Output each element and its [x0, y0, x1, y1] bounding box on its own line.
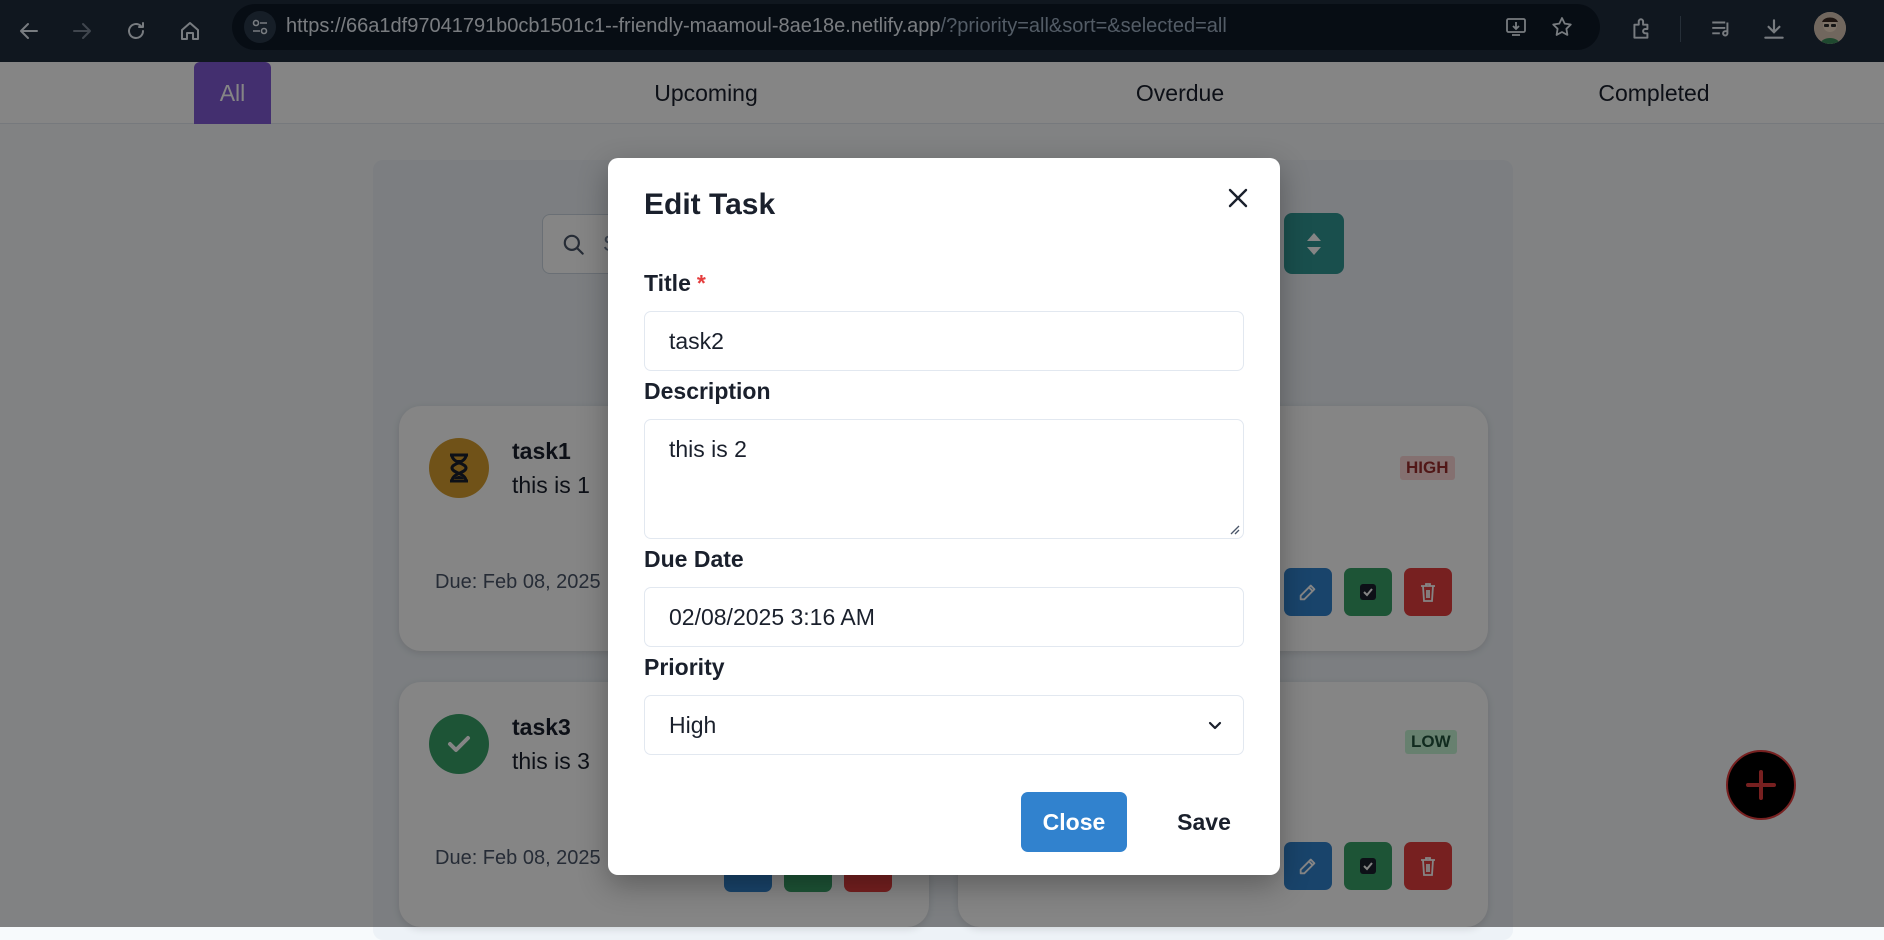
close-icon[interactable]: [1218, 178, 1258, 218]
due-date-value: 02/08/2025 3:16 AM: [669, 603, 875, 630]
title-label-text: Title: [644, 270, 691, 296]
priority-select[interactable]: High: [644, 695, 1244, 755]
title-input[interactable]: task2: [644, 311, 1244, 371]
close-button[interactable]: Close: [1021, 792, 1127, 852]
title-label: Title *: [644, 270, 706, 297]
priority-value: High: [669, 711, 717, 738]
due-date-input[interactable]: 02/08/2025 3:16 AM: [644, 587, 1244, 647]
title-input-value: task2: [669, 327, 724, 354]
chevron-down-icon: [1208, 721, 1222, 730]
edit-task-modal: Edit Task Title * task2 Description this …: [608, 158, 1280, 875]
priority-label: Priority: [644, 654, 725, 680]
description-textarea[interactable]: this is 2: [644, 419, 1244, 539]
description-value: this is 2: [669, 436, 747, 462]
description-label: Description: [644, 378, 771, 404]
save-button[interactable]: Save: [1150, 792, 1258, 852]
required-asterisk: *: [696, 270, 706, 296]
resize-grip-icon[interactable]: [1228, 523, 1240, 535]
modal-title: Edit Task: [644, 188, 776, 221]
due-date-label: Due Date: [644, 546, 744, 572]
